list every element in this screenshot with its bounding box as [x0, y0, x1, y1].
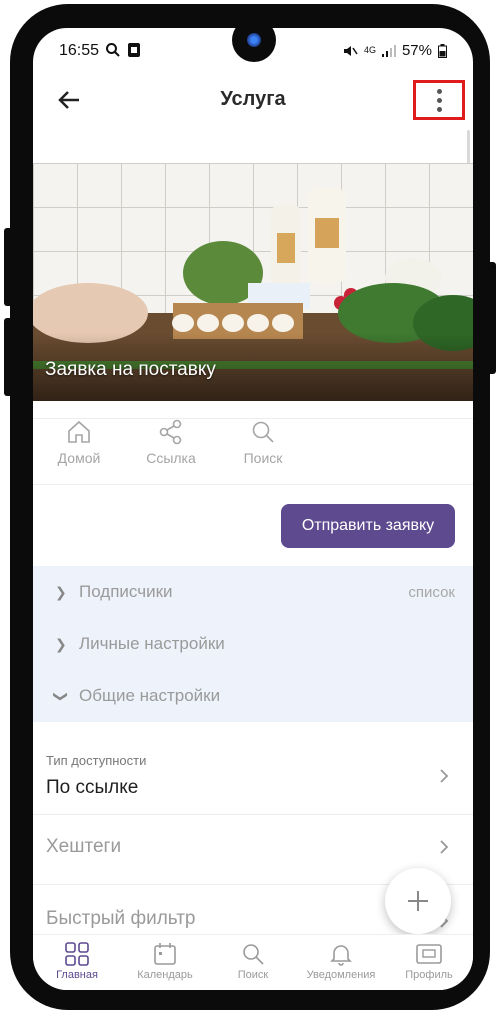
accordion-item-label: Подписчики — [79, 582, 173, 601]
home-icon — [68, 420, 90, 443]
quick-filter-label: Быстрый фильтр — [46, 908, 196, 929]
bottom-nav: Главная Календарь Поиск Уведомления Проф… — [33, 934, 473, 990]
nav-label: Поиск — [237, 969, 269, 981]
accordion-item-subscribers[interactable]: ❯ Подписчики список — [33, 566, 473, 618]
status-time: 16:55 — [59, 42, 100, 59]
phone-side-button-left-top — [4, 228, 14, 306]
add-fab-button[interactable] — [385, 868, 451, 934]
battery-icon — [438, 43, 447, 58]
more-dot — [436, 106, 442, 112]
search-icon — [243, 944, 264, 965]
accordion-item-label: Личные настройки — [79, 634, 225, 653]
calendar-icon — [154, 943, 176, 965]
chevron-right-icon: ❯ — [55, 583, 67, 600]
phone-side-button-left-bottom — [4, 318, 14, 396]
camera-lens — [247, 33, 261, 47]
quick-action-link-label: Ссылка — [146, 450, 196, 466]
chevron-right-icon — [440, 769, 449, 783]
search-status-icon — [106, 43, 120, 57]
plus-icon — [408, 891, 428, 911]
front-camera — [232, 18, 276, 62]
mute-icon — [343, 45, 358, 56]
nav-label: Главная — [56, 969, 98, 981]
grid-icon — [65, 942, 89, 966]
status-left-icons — [105, 42, 141, 58]
accordion-item-personal-settings[interactable]: ❯ Личные настройки — [33, 618, 473, 670]
chevron-right-icon — [440, 840, 449, 854]
nav-item-notifications[interactable]: Уведомления — [301, 941, 381, 990]
nav-label: Календарь — [137, 969, 193, 981]
signal-icon — [381, 44, 396, 57]
quick-action-search-label: Поиск — [243, 450, 283, 466]
profile-card-icon — [416, 944, 442, 964]
setting-access-type[interactable]: Тип доступности По ссылке — [33, 743, 473, 805]
more-dot — [436, 97, 442, 103]
search-icon — [252, 421, 274, 443]
chevron-down-icon: ❯ — [53, 690, 70, 702]
nav-item-profile[interactable]: Профиль — [389, 941, 469, 990]
nav-label: Профиль — [405, 969, 453, 981]
nav-item-calendar[interactable]: Календарь — [125, 941, 205, 990]
quick-action-home[interactable]: Домой — [33, 418, 125, 484]
quick-action-link[interactable]: Ссылка — [125, 418, 217, 484]
divider — [33, 484, 473, 485]
nav-item-home[interactable]: Главная — [37, 941, 117, 990]
network-type: 4G — [363, 45, 376, 55]
nav-label: Уведомления — [306, 969, 376, 981]
more-dot — [436, 88, 442, 94]
quick-actions: Домой Ссылка Поиск — [33, 418, 473, 484]
phone-side-button-right — [486, 262, 496, 374]
more-options-button[interactable] — [413, 80, 465, 120]
hero-image: Заявка на поставку — [33, 163, 473, 401]
bell-icon — [330, 945, 352, 966]
quick-action-search[interactable]: Поиск — [217, 418, 309, 484]
quick-action-home-label: Домой — [57, 450, 101, 466]
send-request-button[interactable]: Отправить заявку — [281, 504, 455, 548]
nav-item-search[interactable]: Поиск — [213, 941, 293, 990]
screen: 16:55 4G 57% Услуга Заявка на поставку Д… — [33, 28, 473, 990]
hero-caption: Заявка на поставку — [45, 359, 216, 380]
battery-percent: 57% — [401, 42, 432, 59]
accordion-item-label: Общие настройки — [79, 686, 221, 705]
share-icon — [159, 419, 182, 445]
app-bar: Услуга — [33, 72, 473, 130]
chevron-right-icon: ❯ — [55, 635, 67, 652]
status-right: 4G 57% — [342, 42, 447, 59]
settings-accordion: ❯ Подписчики список ❯ Личные настройки ❯… — [33, 566, 473, 722]
access-type-label: Тип доступности — [46, 753, 147, 768]
accordion-item-value: список — [408, 583, 455, 601]
page-title: Услуга — [220, 88, 286, 110]
divider — [33, 814, 473, 815]
accordion-item-general-settings[interactable]: ❯ Общие настройки — [33, 670, 473, 722]
access-type-value: По ссылке — [46, 777, 139, 798]
hashtags-label: Хештеги — [46, 836, 122, 857]
notification-status-icon — [128, 43, 140, 57]
